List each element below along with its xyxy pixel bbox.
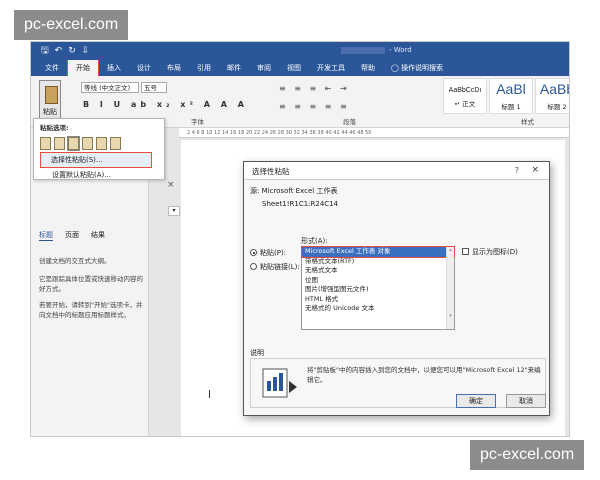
result-text: 将"剪贴板"中的内容插入到您的文档中，以便您可以用"Microsoft Exce… [307,366,541,384]
format-item[interactable]: Microsoft Excel 工作表 对象 [301,246,455,258]
dialog-title-bar: 选择性粘贴 ? × [244,162,549,180]
customize-icon[interactable]: ⇩ [82,46,90,56]
format-item[interactable]: 带格式文本(RTF) [302,257,454,267]
nav-tabs: 标题 页面 结果 [39,230,105,241]
ruler: 2 4 6 8 10 12 14 16 18 20 22 24 26 28 30… [179,128,569,138]
display-as-icon-checkbox[interactable] [462,248,469,255]
format-item[interactable]: 无格式文本 [302,266,454,276]
tab-file[interactable]: 文件 [37,60,67,76]
quick-access-toolbar: 🖫 ↶ ↻ ⇩ [31,43,89,59]
redacted-filename [341,46,385,54]
paragraph-group-label: 段落 [343,118,356,126]
font-format-buttons[interactable]: B I U ab x₂ x² A A A [83,100,248,109]
redo-icon[interactable]: ↻ [68,46,76,56]
close-icon[interactable]: × [531,165,539,175]
tab-references[interactable]: 引用 [189,60,219,76]
tab-help[interactable]: 帮助 [353,60,383,76]
font-size-select[interactable]: 五号 [141,82,167,93]
text-cursor [209,390,210,398]
source-range: Sheet1!R1C1:R24C14 [262,200,339,208]
help-icon[interactable]: ? [515,166,519,175]
format-item[interactable]: 图片(增强型图元文件) [302,285,454,295]
watermark-bottom: pc-excel.com [470,440,585,470]
ribbon-tabs: 文件 开始 插入 设计 布局 引用 邮件 审阅 视图 开发工具 帮助 ◯ 操作说… [31,59,569,76]
paste-link-radio-label: 粘贴链接(L): [260,263,300,271]
paste-button[interactable]: 粘贴 [39,80,61,120]
title-bar: 🖫 ↶ ↻ ⇩ - Word [31,42,569,60]
paste-keep-source-icon[interactable] [40,137,51,150]
tell-me-search[interactable]: ◯ 操作说明搜索 [383,60,451,76]
source-value: Microsoft Excel 工作表 [261,187,338,195]
list-buttons[interactable]: ≡ ≡ ≡ ⇤ ⇥ [279,84,350,93]
styles-group-label: 样式 [521,118,534,126]
nav-text-3: 若要开始，请转到"开始"选项卡，并向文档中的标题应用标题样式。 [39,301,143,319]
paste-special-dialog: 选择性粘贴 ? × 源: Microsoft Excel 工作表 Sheet1!… [243,161,550,416]
styles-gallery: AaBbCcDı ↵ 正文 AaBl 标题 1 AaBb 标题 2 [443,78,569,114]
listbox-scrollbar[interactable]: ▴ ▾ [446,247,454,329]
paste-link-dest-icon[interactable] [82,137,93,150]
paste-radio[interactable] [250,249,257,256]
window-title: - Word [341,46,412,54]
nav-tab-results[interactable]: 结果 [91,230,105,241]
tab-layout[interactable]: 布局 [159,60,189,76]
paste-special-item[interactable]: 选择性粘贴(S)... [40,152,152,168]
lightbulb-icon: ◯ [391,64,402,72]
paste-options-menu: 粘贴选项: 选择性粘贴(S)... 设置默认粘贴(A)... [33,118,165,180]
paste-text-only-icon[interactable] [110,137,121,150]
paste-link-icon[interactable] [67,136,80,151]
alignment-buttons[interactable]: ≡ ≡ ≡ ≡ ≡ [279,102,350,111]
ok-button[interactable]: 确定 [456,394,496,408]
paste-option-icons [34,135,164,152]
word-window: 🖫 ↶ ↻ ⇩ - Word 文件 开始 插入 设计 布局 引用 邮件 审阅 视… [30,41,570,437]
watermark-top: pc-excel.com [14,10,129,40]
dialog-body: 源: Microsoft Excel 工作表 Sheet1!R1C1:R24C1… [244,180,549,416]
paste-link-radio[interactable] [250,263,257,270]
as-label: 形式(A): [301,237,328,245]
nav-text-2: 它是跟踪具体位置或快速移动内容的好方式。 [39,275,143,293]
format-item[interactable]: 位图 [302,276,454,286]
format-item[interactable]: 无格式的 Unicode 文本 [302,304,454,314]
paste-result-icon [262,368,297,398]
close-nav-icon[interactable]: × [167,180,175,190]
tab-insert[interactable]: 插入 [99,60,129,76]
style-heading-1[interactable]: AaBl 标题 1 [489,78,533,114]
tab-mailings[interactable]: 邮件 [219,60,249,76]
tab-developer[interactable]: 开发工具 [309,60,353,76]
style-normal[interactable]: AaBbCcDı ↵ 正文 [443,78,487,114]
save-icon[interactable]: 🖫 [41,43,49,59]
result-box: 将"剪贴板"中的内容插入到您的文档中，以便您可以用"Microsoft Exce… [250,358,546,408]
paste-radio-label: 粘贴(P): [260,249,287,257]
source-label: 源: Microsoft Excel 工作表 [250,187,338,195]
tab-design[interactable]: 设计 [129,60,159,76]
tab-view[interactable]: 视图 [279,60,309,76]
result-label: 说明 [250,349,264,357]
style-heading-2[interactable]: AaBb 标题 2 [535,78,569,114]
undo-icon[interactable]: ↶ [55,46,63,56]
nav-text-1: 创建文档的交互式大纲。 [39,257,111,265]
nav-tab-pages[interactable]: 页面 [65,230,79,241]
format-listbox[interactable]: Microsoft Excel 工作表 对象 带格式文本(RTF) 无格式文本 … [301,246,455,330]
tab-home[interactable]: 开始 [67,59,99,76]
cancel-button[interactable]: 取消 [506,394,546,408]
paste-picture-icon[interactable] [96,137,107,150]
font-name-select[interactable]: 等线 (中文正文) [81,82,139,93]
paste-merge-format-icon[interactable] [54,137,65,150]
dialog-title: 选择性粘贴 [252,167,290,176]
nav-tab-headings[interactable]: 标题 [39,230,53,241]
font-group-label: 字体 [191,118,204,126]
paste-options-header: 粘贴选项: [40,124,69,132]
tab-review[interactable]: 审阅 [249,60,279,76]
format-item[interactable]: HTML 格式 [302,295,454,305]
set-default-paste-item[interactable]: 设置默认粘贴(A)... [34,168,164,182]
display-as-icon-label: 显示为图标(D) [472,248,518,256]
search-dropdown-icon[interactable]: ▾ [168,206,180,216]
